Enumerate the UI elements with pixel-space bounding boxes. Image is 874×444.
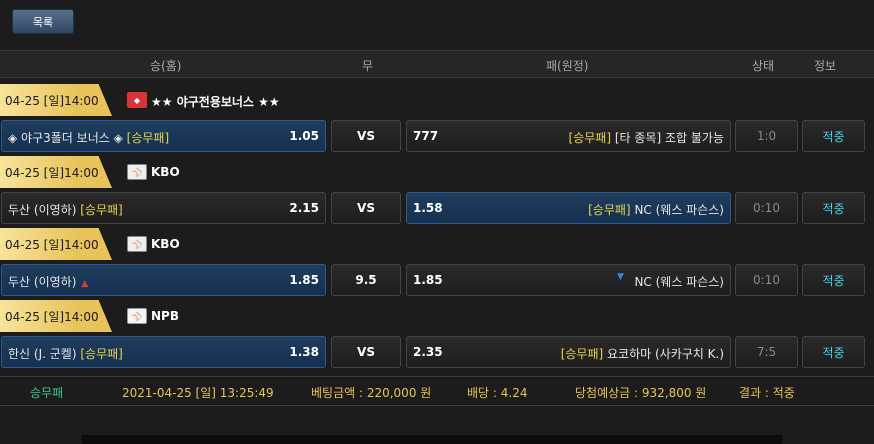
league-row: 04-25 [일]14:00 ⚾ NPB — [0, 300, 874, 332]
handicap-cell[interactable]: 9.5 — [331, 264, 401, 296]
match-status: 0:10 — [735, 264, 798, 296]
match-status: 0:10 — [735, 192, 798, 224]
npb-logo-icon: ⚾ — [127, 308, 147, 324]
info-button[interactable]: 적중 — [802, 336, 865, 368]
top-toolbar: 목록 — [0, 0, 874, 50]
league-name: KBO — [151, 237, 180, 251]
league-row: 04-25 [일]14:00 ⚾ KBO — [0, 228, 874, 260]
odds-down-icon: ▼ — [617, 272, 624, 282]
odds-up-icon: ▲ — [81, 279, 89, 289]
home-bet-cell[interactable]: ◈ 야구3폴더 보너스 ◈ [승무패] 1.05 — [1, 120, 326, 152]
col-status: 상태 — [752, 59, 775, 73]
home-bet-cell[interactable]: 두산 (이영하) [승무패] 2.15 — [1, 192, 326, 224]
expected-payout: 당첨예상금 : 932,800 원 — [575, 386, 707, 400]
match-row: 두산 (이영하) [승무패] 2.15 VS 1.58 [승무패] NC (웨스… — [0, 188, 874, 228]
away-odds: 2.35 — [413, 345, 443, 359]
match-date: 04-25 [일]14:00 — [0, 228, 112, 260]
match-row: ◈ 야구3폴더 보너스 ◈ [승무패] 1.05 VS 777 [승무패] [타… — [0, 116, 874, 156]
away-team: [타 종목] 조합 불가능 — [614, 131, 724, 145]
list-button[interactable]: 목록 — [12, 9, 74, 34]
match-row: 두산 (이영하) ▲ 1.85 9.5 1.85 ▼ NC (웨스 파슨스) 0:… — [0, 260, 874, 300]
away-team: 요코하마 (사카구치 K.) — [607, 347, 724, 361]
draw-bet-cell[interactable]: VS — [331, 336, 401, 368]
col-info: 정보 — [814, 59, 837, 73]
bet-datetime: 2021-04-25 [일] 13:25:49 — [122, 386, 274, 400]
col-home: 승(홈) — [150, 59, 182, 73]
match-status: 7:5 — [735, 336, 798, 368]
home-team: 두산 (이영하) — [8, 275, 77, 289]
match-date: 04-25 [일]14:00 — [0, 156, 112, 188]
league-row: 04-25 [일]14:00 ◆ ★★ 야구전용보너스 ★★ — [0, 84, 874, 116]
away-odds: 777 — [413, 129, 439, 143]
bet-type: 승무패 — [30, 386, 64, 400]
col-draw: 무 — [362, 59, 374, 73]
bet-result: 결과 : 적중 — [739, 386, 795, 400]
home-bet-cell[interactable]: 한신 (J. 군켈) [승무패] 1.38 — [1, 336, 326, 368]
away-bet-cell[interactable]: 777 [승무패] [타 종목] 조합 불가능 — [406, 120, 731, 152]
bottom-divider — [82, 435, 782, 444]
info-button[interactable]: 적중 — [802, 264, 865, 296]
away-team: NC (웨스 파슨스) — [634, 203, 724, 217]
market-tag: [승무패] — [560, 347, 604, 361]
away-bet-cell[interactable]: 1.85 ▼ NC (웨스 파슨스) — [406, 264, 731, 296]
league-name: NPB — [151, 309, 179, 323]
draw-bet-cell[interactable]: VS — [331, 192, 401, 224]
market-tag: [승무패] — [568, 131, 612, 145]
match-status: 1:0 — [735, 120, 798, 152]
column-header: 승(홈) 무 패(원정) 상태 정보 — [0, 50, 874, 78]
kbo-logo-icon: ⚾ — [127, 164, 147, 180]
home-bet-cell[interactable]: 두산 (이영하) ▲ 1.85 — [1, 264, 326, 296]
bet-summary: 승무패 2021-04-25 [일] 13:25:49 베팅금액 : 220,0… — [0, 376, 874, 406]
home-odds: 1.85 — [289, 273, 319, 287]
info-button[interactable]: 적중 — [802, 120, 865, 152]
home-odds: 2.15 — [289, 201, 319, 215]
away-odds: 1.85 — [413, 273, 443, 287]
match-row: 한신 (J. 군켈) [승무패] 1.38 VS 2.35 [승무패] 요코하마… — [0, 332, 874, 372]
home-odds: 1.05 — [289, 129, 319, 143]
match-date: 04-25 [일]14:00 — [0, 84, 112, 116]
home-odds: 1.38 — [289, 345, 319, 359]
away-odds: 1.58 — [413, 201, 443, 215]
league-name: KBO — [151, 165, 180, 179]
home-team: 한신 (J. 군켈) — [8, 347, 77, 361]
home-team: 두산 (이영하) — [8, 203, 77, 217]
match-date: 04-25 [일]14:00 — [0, 300, 112, 332]
market-tag: [승무패] — [126, 131, 170, 145]
home-team: ◈ 야구3폴더 보너스 ◈ — [8, 131, 123, 145]
col-away: 패(원정) — [546, 59, 589, 73]
away-team: NC (웨스 파슨스) — [634, 275, 724, 289]
league-name: ★★ 야구전용보너스 ★★ — [151, 95, 280, 109]
away-bet-cell[interactable]: 1.58 [승무패] NC (웨스 파슨스) — [406, 192, 731, 224]
market-tag: [승무패] — [80, 203, 123, 217]
kbo-logo-icon: ⚾ — [127, 236, 147, 252]
bet-odds: 배당 : 4.24 — [467, 386, 528, 400]
away-bet-cell[interactable]: 2.35 [승무패] 요코하마 (사카구치 K.) — [406, 336, 731, 368]
draw-bet-cell[interactable]: VS — [331, 120, 401, 152]
info-button[interactable]: 적중 — [802, 192, 865, 224]
league-row: 04-25 [일]14:00 ⚾ KBO — [0, 156, 874, 188]
market-tag: [승무패] — [80, 347, 123, 361]
market-tag: [승무패] — [588, 203, 631, 217]
bonus-badge-icon: ◆ — [127, 92, 147, 108]
bet-amount: 베팅금액 : 220,000 원 — [311, 386, 432, 400]
